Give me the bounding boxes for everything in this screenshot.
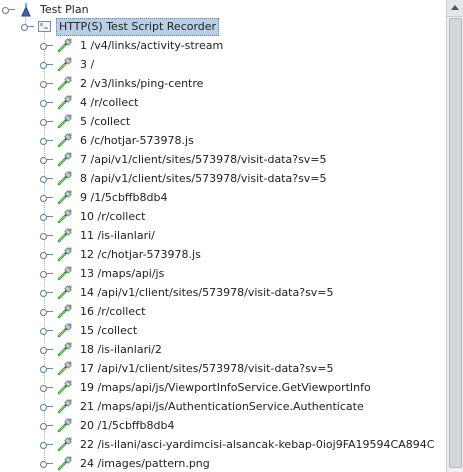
tree-expand-icon[interactable]	[40, 364, 53, 373]
sampler-label: 6 /c/hotjar-573978.js	[80, 134, 194, 147]
tree-expand-icon[interactable]	[40, 41, 53, 50]
tree-expand-icon[interactable]	[40, 136, 53, 145]
tree-expand-icon[interactable]	[40, 212, 53, 221]
sampler-label: 15 /collect	[80, 324, 138, 337]
tree-expand-icon[interactable]	[40, 440, 53, 449]
sampler-row[interactable]: 24 /images/pattern.png	[0, 454, 447, 472]
sampler-row[interactable]: 4 /r/collect	[0, 93, 447, 112]
tree-expand-icon[interactable]	[40, 307, 53, 316]
sampler-row[interactable]: 22 /is-ilani/asci-yardimcisi-alsancak-ke…	[0, 435, 447, 454]
sampler-row[interactable]: 1 /v4/links/activity-stream	[0, 36, 447, 55]
sampler-label: 8 /api/v1/client/sites/573978/visit-data…	[80, 172, 327, 185]
sampler-row[interactable]: 20 /1/5cbffb8db4	[0, 416, 447, 435]
tree-expand-icon[interactable]	[40, 155, 53, 164]
sampler-label: 4 /r/collect	[80, 96, 139, 109]
sampler-label: 11 /is-ilanlari/	[80, 229, 155, 242]
sampler-label: 5 /collect	[80, 115, 131, 128]
tree-expand-icon[interactable]	[40, 326, 53, 335]
sampler-label: 13 /maps/api/js	[80, 267, 165, 280]
sampler-row[interactable]: 11 /is-ilanlari/	[0, 226, 447, 245]
sampler-label: 17 /api/v1/client/sites/573978/visit-dat…	[80, 362, 334, 375]
tree-expand-icon[interactable]	[40, 269, 53, 278]
tree-expand-icon[interactable]	[40, 98, 53, 107]
tree-node-recorder[interactable]: HTTP(S) Test Script Recorder	[0, 17, 260, 36]
tree-expand-icon[interactable]	[40, 60, 53, 69]
sampler-label: 16 /r/collect	[80, 305, 146, 318]
tree-expand-icon[interactable]	[40, 345, 53, 354]
sampler-label: 20 /1/5cbffb8db4	[80, 419, 175, 432]
tree-expand-icon[interactable]	[40, 193, 53, 202]
sampler-label: 24 /images/pattern.png	[80, 457, 210, 470]
tree-expand-icon[interactable]	[40, 250, 53, 259]
tree-expand-icon[interactable]	[40, 421, 53, 430]
tree-expand-icon[interactable]	[40, 383, 53, 392]
tree-expand-icon[interactable]	[21, 22, 34, 31]
sampler-row[interactable]: 2 /v3/links/ping-centre	[0, 74, 447, 93]
recorder-icon	[38, 20, 52, 33]
sampler-label: 19 /maps/api/js/ViewportInfoService.GetV…	[80, 381, 371, 394]
sampler-row[interactable]: 7 /api/v1/client/sites/573978/visit-data…	[0, 150, 447, 169]
sampler-row[interactable]: 8 /api/v1/client/sites/573978/visit-data…	[0, 169, 447, 188]
sampler-label: 2 /v3/links/ping-centre	[80, 77, 204, 90]
sampler-row[interactable]: 18 /is-ilanlari/2	[0, 340, 447, 359]
tree-expand-icon[interactable]	[40, 402, 53, 411]
sampler-row[interactable]: 6 /c/hotjar-573978.js	[0, 131, 447, 150]
vertical-scrollbar[interactable]	[446, 0, 463, 472]
tree-expand-icon[interactable]	[40, 117, 53, 126]
sampler-label: 22 /is-ilani/asci-yardimcisi-alsancak-ke…	[80, 438, 435, 451]
test-plan-icon	[20, 2, 34, 17]
sampler-label: 3 /	[80, 58, 95, 71]
sampler-row[interactable]: 13 /maps/api/js	[0, 264, 447, 283]
sampler-label: 7 /api/v1/client/sites/573978/visit-data…	[80, 153, 327, 166]
sampler-row[interactable]: 12 /c/hotjar-573978.js	[0, 245, 447, 264]
sampler-row[interactable]: 16 /r/collect	[0, 302, 447, 321]
sampler-row[interactable]: 9 /1/5cbffb8db4	[0, 188, 447, 207]
sampler-row[interactable]: 21 /maps/api/js/AuthenticationService.Au…	[0, 397, 447, 416]
scroll-thumb[interactable]	[449, 18, 462, 468]
sampler-row[interactable]: 14 /api/v1/client/sites/573978/visit-dat…	[0, 283, 447, 302]
tree-node-label: HTTP(S) Test Script Recorder	[56, 18, 220, 36]
sampler-row[interactable]: 19 /maps/api/js/ViewportInfoService.GetV…	[0, 378, 447, 397]
sampler-row[interactable]: 15 /collect	[0, 321, 447, 340]
sampler-row[interactable]: 3 /	[0, 55, 447, 74]
tree-expand-icon[interactable]	[40, 174, 53, 183]
tree-expand-icon[interactable]	[40, 459, 53, 468]
sampler-row[interactable]: 10 /r/collect	[0, 207, 447, 226]
sampler-label: 12 /c/hotjar-573978.js	[80, 248, 201, 261]
sampler-label: 1 /v4/links/activity-stream	[80, 39, 224, 52]
sampler-row[interactable]: 17 /api/v1/client/sites/573978/visit-dat…	[0, 359, 447, 378]
scroll-up-button[interactable]	[447, 0, 463, 17]
sampler-label: 21 /maps/api/js/AuthenticationService.Au…	[80, 400, 364, 413]
sampler-label: 10 /r/collect	[80, 210, 146, 223]
sampler-label: 9 /1/5cbffb8db4	[80, 191, 168, 204]
tree-expand-icon[interactable]	[2, 5, 15, 14]
tree-expand-icon[interactable]	[40, 288, 53, 297]
sampler-label: 18 /is-ilanlari/2	[80, 343, 162, 356]
tree-expand-icon[interactable]	[40, 79, 53, 88]
tree-expand-icon[interactable]	[40, 231, 53, 240]
dropper-icon	[57, 455, 73, 472]
sampler-label: 14 /api/v1/client/sites/573978/visit-dat…	[80, 286, 334, 299]
test-plan-tree[interactable]: Test Plan HTTP(S) Test Script Recorder 1…	[0, 0, 447, 472]
sampler-row[interactable]: 5 /collect	[0, 112, 447, 131]
